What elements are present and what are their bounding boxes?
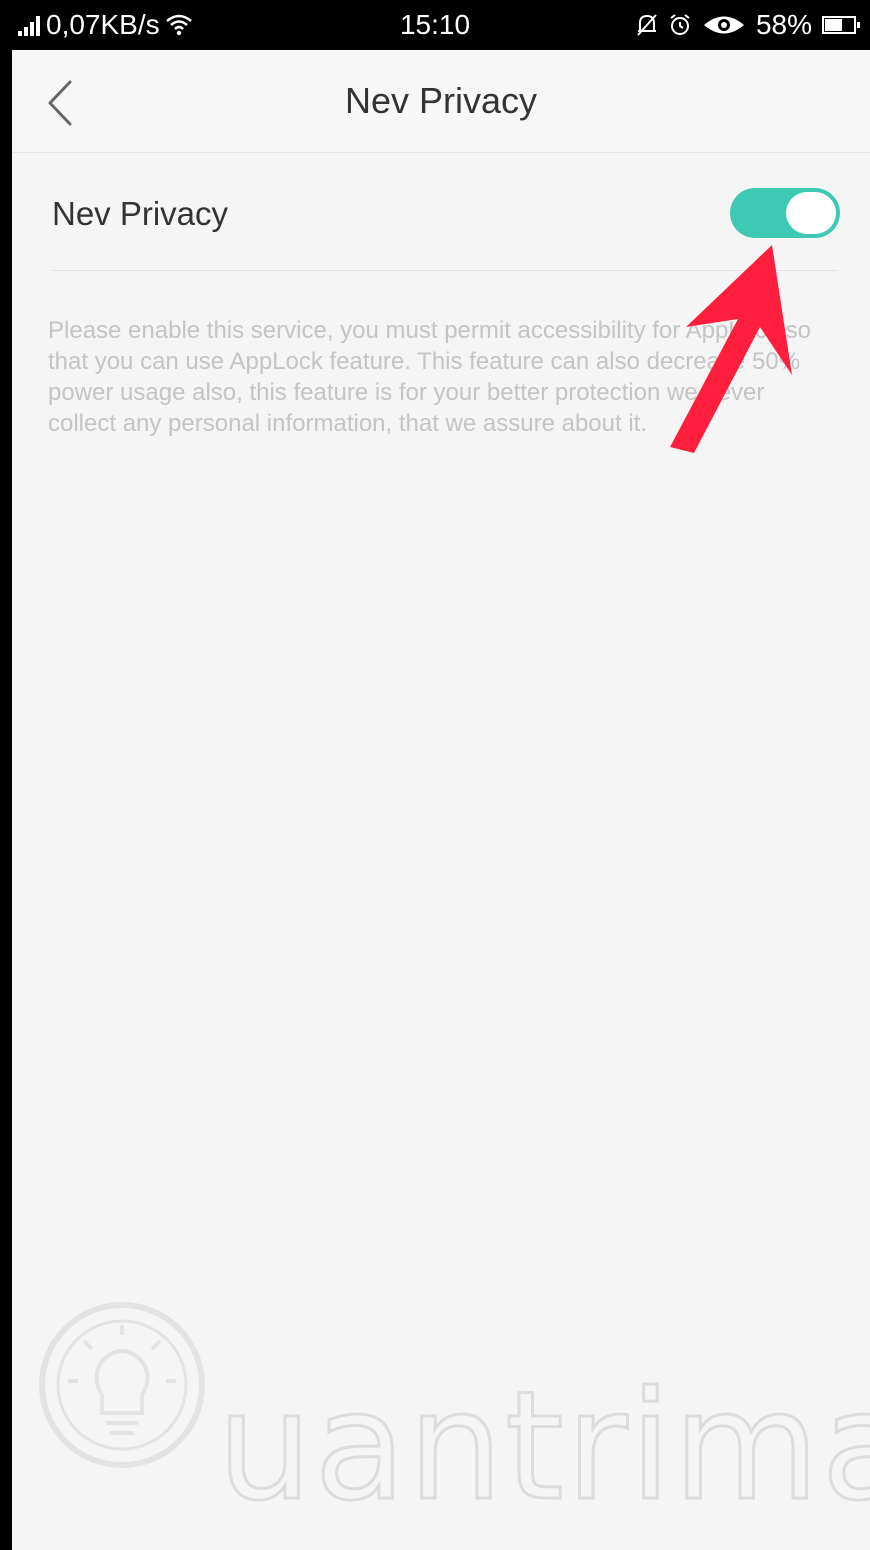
battery-icon [822,16,860,34]
alarm-icon [670,14,690,35]
screen: Nev Privacy Nev Privacy Please enable th… [12,50,870,1550]
eye-icon [703,16,744,34]
battery-percent: 58% [755,9,812,40]
toggle-knob [786,192,836,234]
lightbulb-logo-icon [39,1302,205,1468]
bell-mute-icon [637,14,657,36]
nev-privacy-toggle[interactable] [730,188,840,238]
nav-bar: Nev Privacy [12,50,870,153]
watermark-text: uantrimang [216,1359,870,1536]
page-title: Nev Privacy [344,80,538,121]
status-bar: 0,07KB/s 15:10 58% [0,0,870,50]
setting-label: Nev Privacy [52,195,229,232]
status-right: 58% [636,9,860,41]
red-arrow-annotation [670,245,792,453]
